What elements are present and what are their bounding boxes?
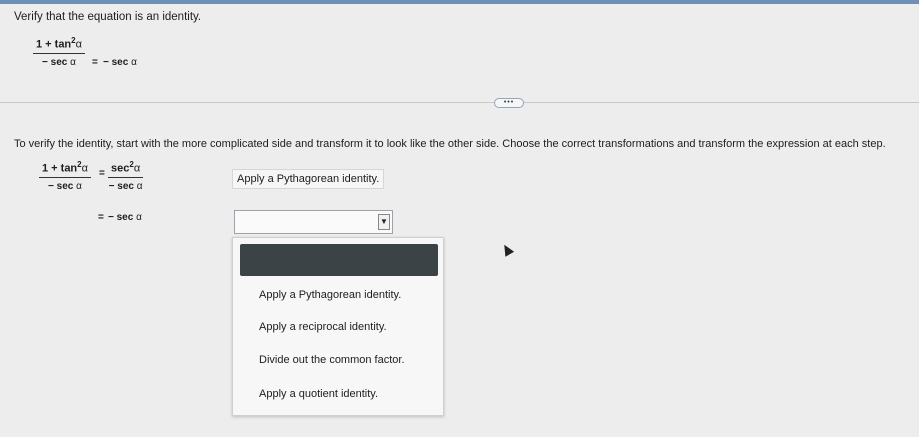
question-equals: = <box>92 57 98 68</box>
question-rhs-text: − sec <box>103 57 132 68</box>
mouse-cursor-icon <box>499 242 515 257</box>
step1-lhs-numerator-text: 1 + tan <box>42 162 78 175</box>
step1-rhs-denominator-angle: α <box>136 180 143 192</box>
option-reciprocal-identity[interactable]: Apply a reciprocal identity. <box>259 321 387 333</box>
option-pythagorean-identity[interactable]: Apply a Pythagorean identity. <box>259 289 401 301</box>
transformation-dropdown: Apply a Pythagorean identity. Apply a re… <box>232 237 444 416</box>
transformation-select[interactable]: ▼ <box>234 210 393 234</box>
step2-angle: α <box>136 212 142 223</box>
step2-expression: − sec α <box>108 212 142 223</box>
step1-rhs-angle: α <box>133 162 141 175</box>
question-numerator-text: 1 + tan <box>36 38 72 51</box>
question-numerator: 1 + tan2α <box>33 36 85 54</box>
question-denominator-angle: α <box>70 56 76 68</box>
instruction-text: To verify the identity, start with the m… <box>14 138 886 150</box>
question-angle: α <box>75 38 82 51</box>
step2-expression-text: − sec <box>108 212 137 223</box>
step1-equals: = <box>99 168 105 179</box>
section-divider <box>0 102 919 103</box>
step1-rhs-fraction: sec2α − sec α <box>108 160 144 192</box>
step1-lhs-denominator-text: − sec <box>48 180 77 192</box>
question-denominator-text: − sec <box>42 56 71 68</box>
chevron-down-icon[interactable]: ▼ <box>378 214 390 230</box>
step1-lhs-angle: α <box>81 162 88 175</box>
question-rhs: − sec α <box>103 57 137 68</box>
question-rhs-angle: α <box>131 57 137 68</box>
step1-rhs-numerator-text: sec <box>111 162 130 175</box>
question-denominator: − sec α <box>33 54 85 68</box>
step1-lhs-fraction: 1 + tan2α − sec α <box>39 160 91 192</box>
step2-equals: = <box>98 212 104 223</box>
step1-lhs-numerator: 1 + tan2α <box>39 160 91 178</box>
dropdown-placeholder-option[interactable] <box>240 244 438 276</box>
step1-rhs-denominator: − sec α <box>108 178 143 192</box>
top-accent-bar <box>0 0 919 4</box>
more-button[interactable]: ••• <box>494 98 524 108</box>
step1-rhs-denominator-text: − sec <box>108 180 137 192</box>
question-fraction: 1 + tan2α − sec α <box>33 36 85 68</box>
step1-lhs-denominator-angle: α <box>76 180 82 192</box>
step1-rhs-numerator: sec2α <box>108 160 144 178</box>
step1-transformation[interactable]: Apply a Pythagorean identity. <box>232 169 385 189</box>
step1-lhs-denominator: − sec α <box>39 178 91 192</box>
question-title: Verify that the equation is an identity. <box>14 11 202 23</box>
option-quotient-identity[interactable]: Apply a quotient identity. <box>259 388 378 400</box>
option-divide-common-factor[interactable]: Divide out the common factor. <box>259 354 405 366</box>
